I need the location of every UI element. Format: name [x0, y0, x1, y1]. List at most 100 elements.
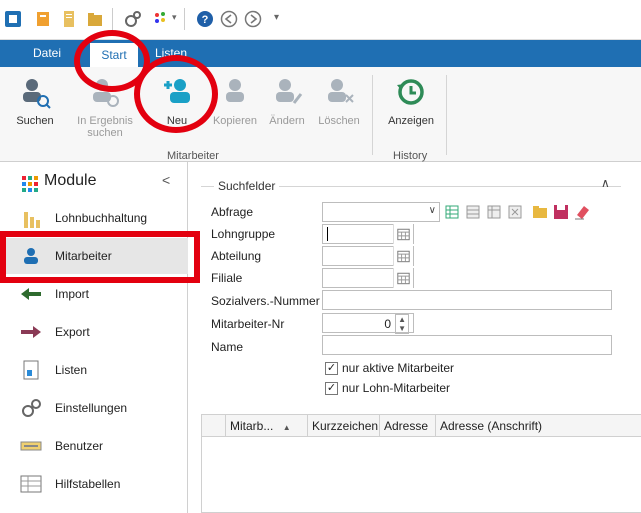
gears-icon: [22, 399, 41, 417]
sidebar-item-listen[interactable]: Listen: [0, 352, 188, 388]
folder-icon[interactable]: [86, 10, 104, 28]
show-history-button[interactable]: Anzeigen: [380, 77, 442, 147]
pin-icon[interactable]: [34, 10, 52, 28]
edit-query-icon[interactable]: [486, 203, 502, 220]
abteilung-field[interactable]: [322, 246, 414, 266]
copy-person-icon: [226, 79, 244, 102]
sidebar-item-label: Hilfstabellen: [55, 477, 121, 491]
calendar-icon[interactable]: [393, 246, 413, 266]
delete-person-icon: [328, 79, 354, 103]
sidebar-item-label: Lohnbuchhaltung: [55, 211, 148, 225]
label-abteilung: Abteilung: [211, 249, 262, 263]
color-palette-icon[interactable]: [152, 10, 170, 28]
spin-buttons-icon[interactable]: ▲ ▼: [395, 314, 409, 334]
sidebar-title: Module: [44, 172, 97, 189]
app-icon[interactable]: [4, 10, 22, 28]
delete-query-icon[interactable]: [507, 203, 523, 220]
mitarbeiter-nr-value: 0: [384, 317, 391, 331]
module-sidebar: Module < Lohnbuchhaltung Mitarbeiter Imp…: [0, 162, 188, 513]
delete-button-label: Löschen: [318, 115, 360, 127]
abfrage-dropdown[interactable]: ∨: [322, 202, 440, 222]
arrow-left-icon: [21, 288, 41, 300]
sidebar-item-hilfstabellen[interactable]: Hilfstabellen: [0, 466, 188, 502]
label-filiale: Filiale: [211, 271, 243, 285]
sidebar-item-label: Import: [55, 287, 90, 301]
forward-icon[interactable]: [244, 10, 262, 28]
sidebar-item-label: Benutzer: [55, 439, 104, 453]
sozialvers-nummer-field[interactable]: [322, 290, 612, 310]
delete-button[interactable]: Löschen: [308, 77, 370, 147]
calendar-icon[interactable]: [393, 224, 413, 244]
label-lohngruppe: Lohngruppe: [211, 227, 276, 241]
search-button-label: Suchen: [16, 115, 54, 127]
grid-header: Mitarb... ▲ Kurzzeichen Adresse Adresse …: [202, 415, 641, 437]
column-header-adresse[interactable]: Adresse: [380, 415, 436, 437]
checkbox-lohn-mitarbeiter-label: nur Lohn-Mitarbeiter: [342, 381, 451, 395]
filiale-field[interactable]: [322, 268, 414, 288]
list-document-icon: [23, 360, 39, 380]
copy-query-icon[interactable]: [465, 203, 481, 220]
grid-row-indicator-column: [202, 415, 226, 437]
keyboard-icon: [20, 441, 42, 451]
open-folder-icon[interactable]: [532, 203, 548, 220]
gears-icon[interactable]: [124, 10, 142, 28]
sidebar-item-benutzer[interactable]: Benutzer: [0, 428, 188, 464]
table-icon: [20, 475, 42, 493]
svg-text:?: ?: [202, 14, 209, 26]
highlight-circle-new-button: [134, 55, 218, 133]
results-grid: Mitarb... ▲ Kurzzeichen Adresse Adresse …: [201, 414, 641, 513]
sidebar-item-label: Einstellungen: [55, 401, 128, 415]
tab-datei[interactable]: Datei: [24, 40, 70, 67]
group-separator: [446, 75, 447, 155]
group-label-mitarbeiter: Mitarbeiter: [167, 150, 219, 162]
mitarbeiter-nr-stepper[interactable]: 0 ▲ ▼: [322, 313, 414, 334]
column-header-mitarbeiter[interactable]: Mitarb... ▲: [226, 415, 308, 437]
chevron-down-icon: ∨: [428, 205, 436, 216]
save-icon[interactable]: [553, 203, 569, 220]
checkbox-aktive-mitarbeiter-label: nur aktive Mitarbeiter: [342, 361, 455, 375]
lohngruppe-field[interactable]: [322, 224, 414, 244]
sort-ascending-icon: ▲: [282, 423, 291, 432]
show-history-label: Anzeigen: [388, 115, 434, 127]
customize-dropdown-icon[interactable]: ▾: [274, 12, 279, 23]
checkbox-lohn-mitarbeiter[interactable]: ✓: [325, 382, 338, 395]
arrow-right-icon: [21, 326, 41, 338]
history-icon: [397, 79, 424, 105]
bar-chart-icon: [24, 212, 40, 228]
collapse-section-button[interactable]: ∧: [601, 176, 610, 190]
checkbox-aktive-mitarbeiter[interactable]: ✓: [325, 362, 338, 375]
label-name: Name: [211, 340, 244, 354]
sidebar-item-label: Listen: [55, 363, 88, 377]
group-separator: [372, 75, 373, 155]
column-header-label: Mitarb...: [230, 419, 274, 433]
search-in-results-label: In Ergebnis suchen: [77, 115, 133, 139]
highlight-rect-mitarbeiter: [0, 231, 200, 283]
toolbar-separator: [184, 8, 185, 30]
back-icon[interactable]: [220, 10, 238, 28]
search-person-icon: [23, 79, 51, 109]
text-cursor: [327, 227, 328, 241]
document-icon[interactable]: [60, 10, 78, 28]
sidebar-collapse-button[interactable]: <: [162, 172, 170, 188]
column-header-kurzzeichen[interactable]: Kurzzeichen: [308, 415, 380, 437]
help-icon[interactable]: ?: [196, 10, 214, 28]
module-grid-icon: [22, 176, 38, 192]
name-field[interactable]: [322, 335, 612, 355]
sidebar-item-export[interactable]: Export: [0, 314, 188, 350]
eraser-icon[interactable]: [574, 203, 590, 220]
column-header-adresse-anschrift[interactable]: Adresse (Anschrift): [436, 415, 641, 437]
new-query-icon[interactable]: [444, 203, 460, 220]
toolbar-separator: [112, 8, 113, 30]
search-panel: Suchfelder ∧ Abfrage ∨ Lohngruppe Abteil…: [189, 162, 641, 513]
label-sozialvers-nummer: Sozialvers.-Nummer: [211, 294, 320, 308]
group-label-history: History: [393, 150, 428, 162]
calendar-icon[interactable]: [393, 268, 413, 288]
sidebar-item-label: Export: [55, 325, 90, 339]
section-title: Suchfelder: [214, 179, 280, 193]
palette-dropdown-icon[interactable]: ▾: [172, 12, 177, 23]
label-mitarbeiter-nr: Mitarbeiter-Nr: [211, 317, 285, 331]
search-button[interactable]: Suchen: [4, 77, 66, 147]
edit-person-icon: [276, 79, 303, 104]
label-abfrage: Abfrage: [211, 205, 254, 219]
sidebar-item-einstellungen[interactable]: Einstellungen: [0, 390, 188, 426]
